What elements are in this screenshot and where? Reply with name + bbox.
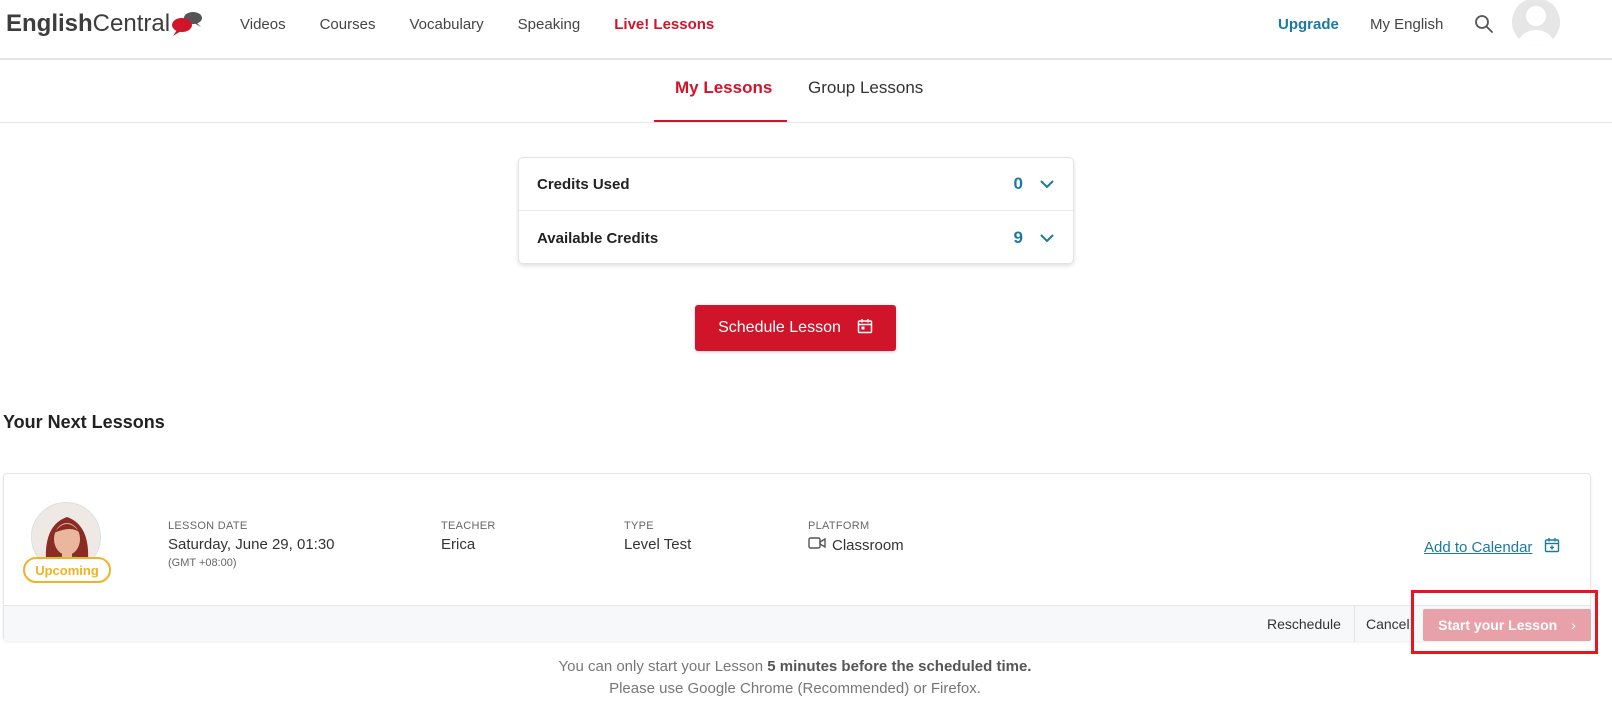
my-english-link[interactable]: My English [1370,16,1443,33]
nav-vocabulary[interactable]: Vocabulary [409,16,483,33]
type-label: TYPE [624,520,654,532]
available-credits-value: 9 [1013,228,1023,247]
available-credits-row[interactable]: Available Credits 9 [519,212,1073,265]
main-menu: Videos Courses Vocabulary Speaking Live!… [240,16,748,33]
speech-bubbles-icon [170,10,204,40]
type-column: TYPE Level Test [624,520,691,553]
tab-my-lessons[interactable]: My Lessons [675,78,772,98]
note-line1-bold: 5 minutes before the scheduled time. [767,658,1032,675]
teacher-label: TEACHER [441,520,496,532]
lesson-card: Upcoming LESSON DATE Saturday, June 29, … [3,473,1591,642]
platform-column: PLATFORM Classroom [808,520,904,554]
nav-videos[interactable]: Videos [240,16,286,33]
cancel-button[interactable]: Cancel [1366,616,1410,632]
browser-note: Please use Google Chrome (Recommended) o… [609,680,981,697]
type-value: Level Test [624,536,692,553]
reschedule-button[interactable]: Reschedule [1267,616,1341,632]
schedule-lesson-label: Schedule Lesson [718,319,841,336]
lesson-date-value: Saturday, June 29, 01:30 [168,536,335,553]
schedule-lesson-button[interactable]: Schedule Lesson [695,305,896,351]
nav-live-lessons[interactable]: Live! Lessons [614,16,714,33]
add-to-calendar-link[interactable]: Add to Calendar [1424,537,1572,557]
user-avatar-icon[interactable] [1512,0,1560,46]
nav-speaking[interactable]: Speaking [518,16,581,33]
active-tab-indicator [654,120,787,122]
platform-value: Classroom [832,536,904,554]
chevron-down-icon[interactable] [1039,231,1055,243]
credits-used-label: Credits Used [537,176,630,193]
lesson-tabs: My Lessons Group Lessons [0,62,1612,123]
logo-central-text: Central [92,10,171,37]
add-to-calendar-label: Add to Calendar [1424,538,1533,556]
next-lessons-heading: Your Next Lessons [3,412,165,432]
highlight-annotation [1411,590,1598,654]
lesson-date-label: LESSON DATE [168,520,248,532]
platform-row: Classroom [808,536,904,554]
available-credits-label: Available Credits [537,230,659,247]
platform-label: PLATFORM [808,520,870,532]
tab-group-lessons[interactable]: Group Lessons [808,78,923,98]
teacher-column: TEACHER Erica [441,520,496,553]
calendar-icon [857,318,873,339]
video-camera-icon [808,536,826,554]
upgrade-link[interactable]: Upgrade [1278,16,1339,33]
nav-courses[interactable]: Courses [320,16,376,33]
credits-panel: Credits Used 0 Available Credits 9 [518,157,1074,264]
credits-used-row[interactable]: Credits Used 0 [519,158,1073,211]
englishcentral-logo[interactable]: English Central [6,10,204,40]
logo-english-text: English [6,10,93,37]
calendar-add-icon [1544,537,1560,557]
note-line1-prefix: You can only start your Lesson [558,658,768,675]
search-icon[interactable] [1474,14,1494,34]
start-time-note: You can only start your Lesson 5 minutes… [0,658,1590,675]
chevron-down-icon[interactable] [1039,177,1055,189]
lesson-actions-bar: Reschedule Cancel Start your Lesson › [4,605,1591,642]
teacher-name: Erica [441,536,476,553]
lesson-timezone: (GMT +08:00) [168,557,237,569]
top-navigation: English Central Videos Courses Vocabular… [0,0,1612,60]
credits-used-value: 0 [1013,174,1023,193]
divider [1354,606,1355,642]
status-badge: Upcoming [23,557,111,583]
lesson-date-column: LESSON DATE Saturday, June 29, 01:30 (GM… [168,520,335,569]
